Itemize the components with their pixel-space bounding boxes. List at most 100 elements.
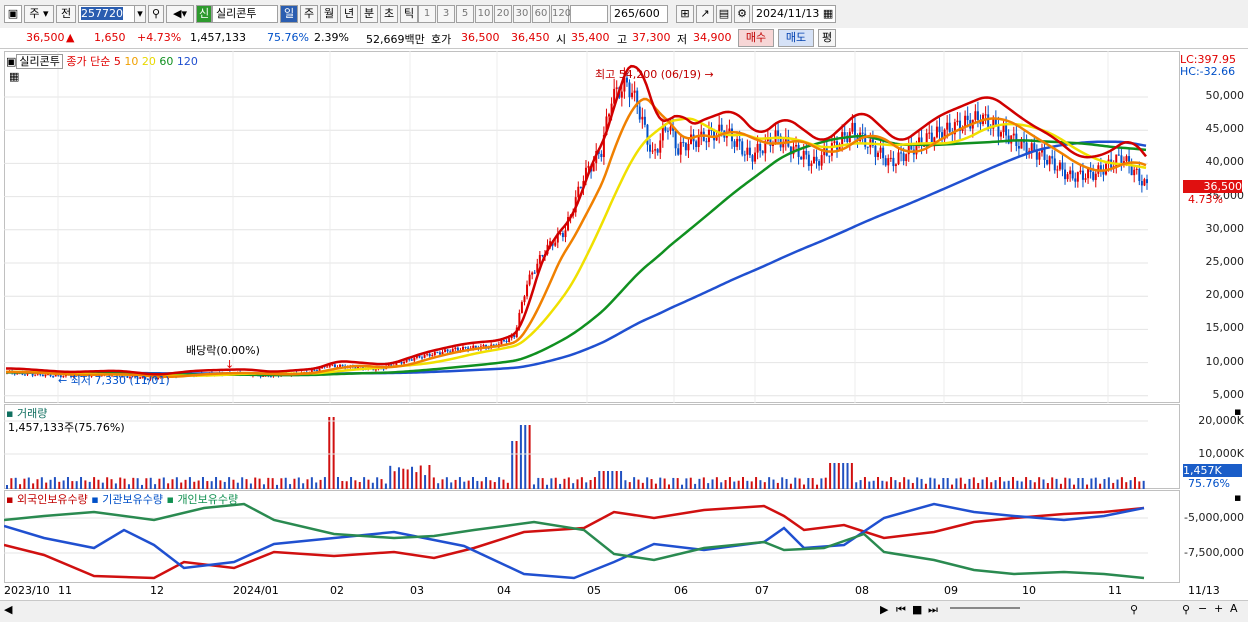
font-size-icon[interactable]: A [1230, 602, 1238, 615]
search-icon[interactable]: ⚲ [148, 5, 164, 23]
date-input[interactable]: 2024/11/13 ▦ [752, 5, 836, 23]
close-icon[interactable]: ▪ [1234, 491, 1241, 504]
candle [600, 153, 603, 158]
calculator-icon[interactable]: ▦ [9, 70, 19, 83]
volume-bar [249, 483, 252, 489]
magnifier-icon[interactable]: ⚲ [1182, 603, 1190, 616]
interval-button[interactable]: 30 [513, 5, 531, 23]
market-prefix-button[interactable]: 전 [56, 5, 76, 23]
market-select[interactable]: 주 ▾ [24, 5, 54, 23]
candle [1133, 169, 1136, 176]
interval-button[interactable]: 120 [551, 5, 571, 23]
volume-bar [981, 479, 984, 489]
open-price: 35,400 [571, 31, 610, 44]
close-icon[interactable]: ▪ [1234, 405, 1241, 418]
volume-bar [537, 477, 540, 489]
period-tab[interactable]: 주 [300, 5, 318, 23]
volume-bar [606, 471, 609, 489]
volume-bar [371, 482, 374, 489]
volume-bar [720, 482, 723, 489]
volume-bar [1033, 482, 1036, 489]
scrollbar[interactable]: ◀ ▶ ⏮ ■ ⏭ ⚲ ⚲ − + A [0, 600, 1248, 622]
ask-label: 호가 [431, 33, 452, 46]
candle [902, 153, 905, 162]
layout-icon[interactable]: ▣ [4, 5, 22, 23]
candle [741, 141, 744, 155]
volume-bar [84, 480, 87, 489]
candle [1076, 172, 1079, 182]
volume-bar [646, 477, 649, 489]
period-tab[interactable]: 분 [360, 5, 378, 23]
volume-bar [742, 477, 745, 489]
candle [853, 122, 856, 135]
interval-button[interactable]: 5 [456, 5, 474, 23]
scroll-right-icon[interactable]: ▶ [880, 603, 888, 616]
interval-button[interactable]: 10 [475, 5, 493, 23]
play-icon[interactable]: ⏭ [928, 603, 938, 617]
interval-button[interactable]: 1 [418, 5, 436, 23]
interval-button[interactable]: 20 [494, 5, 512, 23]
period-tab[interactable]: 일 [280, 5, 298, 23]
candle [800, 156, 803, 160]
scroll-left-icon[interactable]: ◀ [4, 603, 12, 616]
candle [413, 357, 416, 361]
interval-button[interactable]: 3 [437, 5, 455, 23]
period-tab[interactable]: 년 [340, 5, 358, 23]
volume-bar [197, 480, 200, 489]
volume-bar [572, 483, 575, 489]
buy-button[interactable]: 매수 [738, 29, 774, 47]
volume-bar [933, 478, 936, 489]
period-tab[interactable]: 월 [320, 5, 338, 23]
candle [861, 132, 864, 134]
price-chart[interactable]: ↓ [4, 51, 1180, 403]
period-tab[interactable]: 틱 [400, 5, 418, 23]
volume-bar [611, 471, 614, 489]
interval-input[interactable] [570, 5, 608, 23]
save-icon[interactable]: ▤ [716, 5, 732, 23]
zoom-out-icon[interactable]: ⚲ [1130, 603, 1138, 616]
holder-tick: -5,000,000 [1184, 511, 1244, 524]
candle [654, 149, 657, 151]
volume-bar [872, 480, 875, 489]
eval-button[interactable]: 평 [818, 29, 836, 47]
volume-bar [45, 482, 48, 489]
candle [339, 364, 342, 367]
draw-icon[interactable]: ↗ [696, 5, 714, 23]
candle [879, 147, 882, 153]
candle [695, 141, 698, 148]
volume-chart[interactable] [4, 404, 1180, 489]
code-dropdown-icon[interactable]: ▾ [134, 5, 146, 23]
volume-bar [236, 482, 239, 489]
count-input[interactable]: 265/600 [610, 5, 668, 23]
plus-icon[interactable]: + [1214, 602, 1223, 615]
volume-bar [894, 480, 897, 489]
interval-button[interactable]: 60 [532, 5, 550, 23]
volume-bar [393, 471, 396, 489]
rewind-icon[interactable]: ⏮ [896, 603, 906, 617]
candle [946, 122, 949, 130]
low-annotation: ← 최저 7,330 (11/01) [58, 374, 170, 387]
zoom-slider[interactable] [950, 607, 1020, 609]
date-label: 11 [58, 584, 72, 597]
minus-icon[interactable]: − [1198, 602, 1207, 615]
sell-button[interactable]: 매도 [778, 29, 814, 47]
speaker-icon[interactable]: ◀▾ [166, 5, 194, 23]
volume-bar [519, 425, 522, 489]
holder-legend: ▪ 외국인보유수량 ▪ 기관보유수량 ▪ 개인보유수량 [6, 493, 239, 506]
candle [930, 132, 933, 143]
calendar-icon[interactable]: ▦ [823, 7, 833, 20]
candle [651, 150, 654, 152]
candle [1048, 156, 1051, 165]
price-badge: 36,500 [1183, 180, 1242, 193]
compare-icon[interactable]: ⊞ [676, 5, 694, 23]
stock-name[interactable]: 실리콘투 [212, 5, 278, 23]
stop-icon[interactable]: ■ [912, 603, 922, 616]
volume-bar [23, 478, 26, 489]
gear-icon[interactable]: ⚙ [734, 5, 750, 23]
volume-bar [471, 477, 474, 489]
period-tab[interactable]: 초 [380, 5, 398, 23]
volume-bar [833, 463, 836, 489]
volume-bar [284, 477, 287, 489]
candle [756, 143, 759, 153]
candle [882, 147, 885, 159]
